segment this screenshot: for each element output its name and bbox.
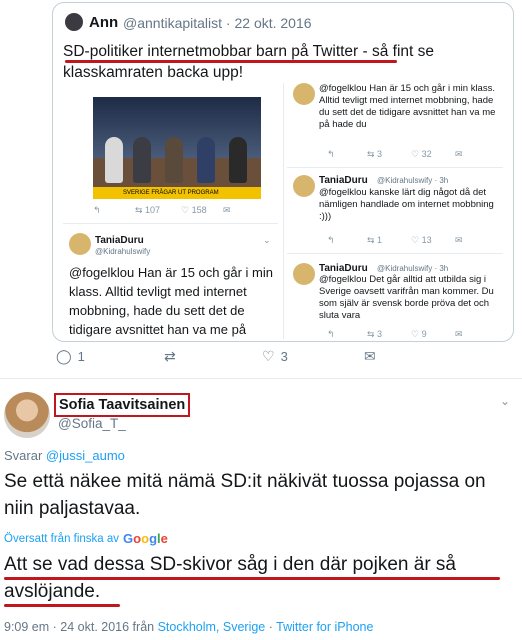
screenshot-right-column: @fogelklou Han är 15 och går i min klass… xyxy=(287,83,503,339)
translation-attribution[interactable]: Översatt från finska av Google xyxy=(4,531,168,546)
tweet-timestamp[interactable]: 9:09 em · 24 okt. 2016 från xyxy=(4,620,154,634)
annotation-underline xyxy=(4,604,120,607)
mini-author-handle: @Kidrahulswify · 3h xyxy=(377,264,449,273)
person-figure xyxy=(165,137,183,183)
envelope-icon: ✉ xyxy=(364,348,376,364)
reply-button[interactable]: ◯ 1 xyxy=(56,348,85,365)
replying-mention-link[interactable]: @jussi_aumo xyxy=(46,448,125,463)
replying-to: Svarar @jussi_aumo xyxy=(4,448,125,463)
mini-author-name: TaniaDuru xyxy=(95,235,144,246)
quoted-author-name[interactable]: Ann xyxy=(89,14,118,31)
mini-retweet-icon: ⇆ 107 xyxy=(135,205,161,215)
mini-like-icon: ♡ 32 xyxy=(411,149,432,159)
chevron-down-icon[interactable]: ⌄ xyxy=(500,394,510,408)
mini-like-icon: ♡ 9 xyxy=(411,329,427,339)
screenshot-left-column: SVERIGE FRÅGAR UT PROGRAM ↰ ⇆ 107 ♡ 158 … xyxy=(63,83,278,339)
tv-show-image: SVERIGE FRÅGAR UT PROGRAM xyxy=(93,97,261,199)
like-button[interactable]: ♡ 3 xyxy=(262,348,288,365)
translated-label: Översatt från finska av xyxy=(4,532,120,545)
mini-message-icon: ✉ xyxy=(455,149,463,159)
mini-like-icon: ♡ 158 xyxy=(181,205,207,215)
mini-author-name: TaniaDuru xyxy=(319,175,368,186)
retweet-icon: ⇄ xyxy=(164,348,176,364)
reply-icon: ◯ xyxy=(56,348,72,364)
person-figure xyxy=(133,137,151,183)
retweet-button[interactable]: ⇄ xyxy=(164,348,176,365)
mini-avatar xyxy=(293,263,315,285)
avatar[interactable] xyxy=(4,392,50,438)
mini-tweet-text: @fogelklou kanske lärt dig något då det … xyxy=(319,187,494,222)
mini-tweet-text: @fogelklou Han är 15 och går i min klass… xyxy=(319,83,496,130)
chevron-down-icon: ⌄ xyxy=(263,235,271,245)
like-count: 3 xyxy=(280,349,288,364)
mini-message-icon: ✉ xyxy=(455,235,463,245)
quoted-tweet-card[interactable]: Ann @anntikapitalist · 22 okt. 2016 SD-p… xyxy=(52,2,514,342)
mini-retweet-icon: ⇆ 3 xyxy=(367,329,383,339)
person-figure xyxy=(197,137,215,183)
author-name-highlight: Sofia Taavitsainen xyxy=(54,393,191,417)
embedded-screenshot[interactable]: SVERIGE FRÅGAR UT PROGRAM ↰ ⇆ 107 ♡ 158 … xyxy=(63,83,503,339)
mini-reply-icon: ↰ xyxy=(93,205,101,215)
google-logo: Google xyxy=(123,531,168,546)
quoted-author-avatar[interactable] xyxy=(65,13,83,31)
annotation-underline xyxy=(4,577,500,580)
mini-avatar xyxy=(293,83,315,105)
location-link[interactable]: Stockholm, Sverige xyxy=(158,620,266,634)
mini-reply-icon: ↰ xyxy=(327,329,335,339)
mini-author-handle: @Kidrahulswify · 3h xyxy=(377,176,449,185)
quoted-tweet-actions: ◯ 1 ⇄ ♡ 3 ✉ xyxy=(56,348,516,370)
mini-author-name: TaniaDuru xyxy=(319,263,368,274)
mini-reply-icon: ↰ xyxy=(327,149,335,159)
meta-separator: · xyxy=(268,620,273,634)
mini-message-icon: ✉ xyxy=(455,329,463,339)
heart-icon: ♡ xyxy=(262,348,275,364)
mini-retweet-icon: ⇆ 1 xyxy=(367,235,383,245)
tweet-divider xyxy=(0,378,522,379)
client-link[interactable]: Twitter for iPhone xyxy=(276,620,373,634)
reply-count: 1 xyxy=(77,349,85,364)
message-button[interactable]: ✉ xyxy=(364,348,376,365)
mini-avatar xyxy=(69,233,91,255)
replying-label: Svarar xyxy=(4,448,43,463)
mini-avatar xyxy=(293,175,315,197)
mini-retweet-icon: ⇆ 3 xyxy=(367,149,383,159)
tweet-text: Se että näkee mitä nämä SD:it näkivät tu… xyxy=(4,471,486,519)
mini-like-icon: ♡ 13 xyxy=(411,235,432,245)
mini-tweet-text: @fogelklou Det går alltid att utbilda si… xyxy=(319,274,494,321)
person-figure xyxy=(229,137,247,183)
mini-author-handle: @Kidrahulswify xyxy=(95,247,151,256)
tv-banner: SVERIGE FRÅGAR UT PROGRAM xyxy=(93,187,261,199)
tweet-meta: 9:09 em · 24 okt. 2016 från Stockholm, S… xyxy=(4,620,373,634)
person-figure xyxy=(105,137,123,183)
mini-message-icon: ✉ xyxy=(223,205,231,215)
mini-reply-icon: ↰ xyxy=(327,235,335,245)
annotation-underline xyxy=(65,60,397,63)
author-handle[interactable]: @Sofia_T_ xyxy=(58,416,126,431)
mini-reply-text: @fogelklou Han är 15 och går i min klass… xyxy=(69,265,273,337)
quoted-author-handle: @anntikapitalist · 22 okt. 2016 xyxy=(123,15,312,31)
author-name[interactable]: Sofia Taavitsainen xyxy=(59,397,185,413)
